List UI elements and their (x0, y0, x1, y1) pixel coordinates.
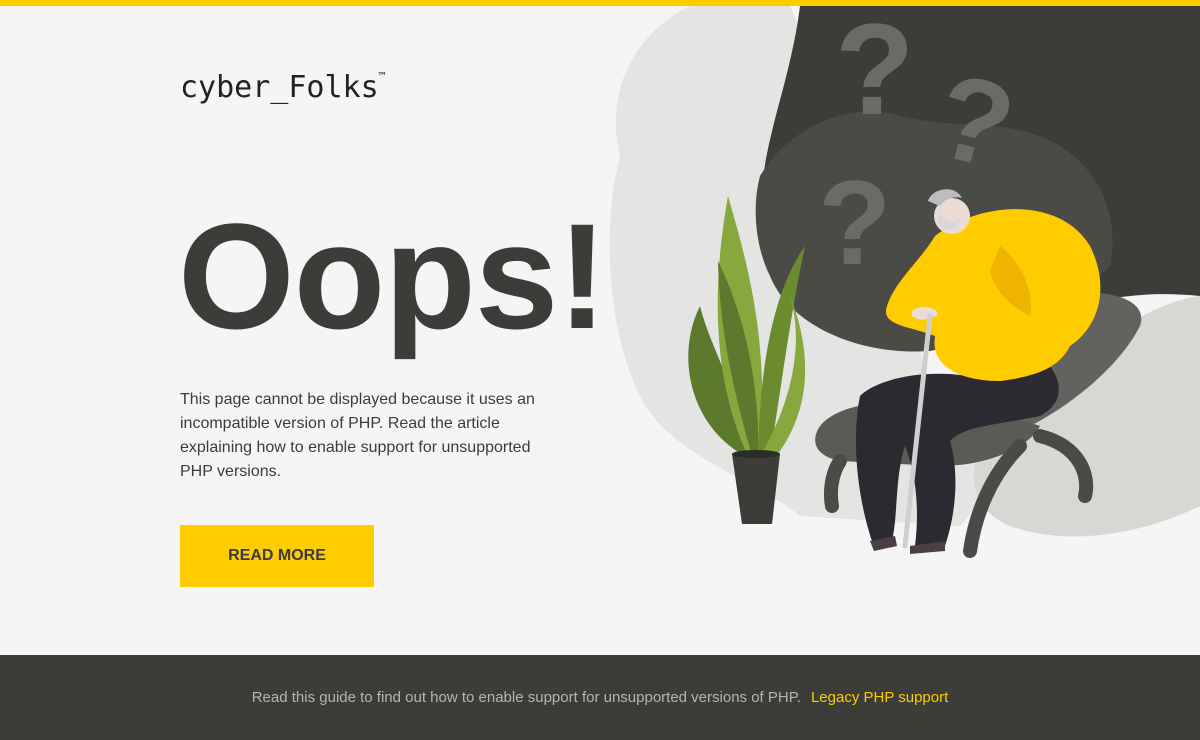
footer-bar: Read this guide to find out how to enabl… (0, 655, 1200, 740)
page-title: Oops! (178, 192, 607, 360)
trademark-symbol: ™ (378, 70, 386, 83)
hero-section: ? ? ? cyber_Folks™ Oops! This page canno… (0, 6, 1200, 655)
logo-text: cyber_Folks (180, 70, 379, 105)
question-mark-icon: ? (835, 6, 914, 142)
legacy-php-support-link[interactable]: Legacy PHP support (811, 689, 948, 706)
footer-text: Read this guide to find out how to enabl… (251, 689, 801, 706)
question-mark-icon: ? (818, 156, 891, 290)
error-description: This page cannot be displayed because it… (180, 391, 535, 480)
read-more-button[interactable]: READ MORE (180, 525, 374, 587)
brand-logo[interactable]: cyber_Folks™ (180, 70, 385, 105)
